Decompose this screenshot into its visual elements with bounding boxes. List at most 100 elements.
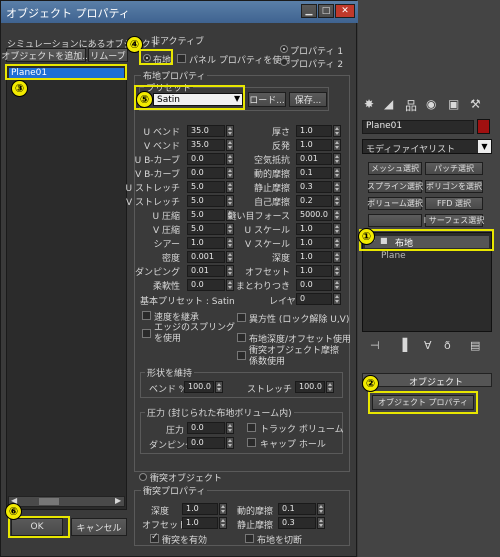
param-field[interactable]: 0.0	[296, 279, 332, 291]
display-tab-icon[interactable]: ▣	[448, 97, 459, 111]
param-spinner[interactable]	[226, 195, 234, 207]
enable-collision-checkbox[interactable]	[150, 532, 159, 543]
cancel-button[interactable]: キャンセル	[71, 518, 127, 536]
save-button[interactable]: 保存...	[289, 92, 327, 107]
motion-tab-icon[interactable]: ◉	[426, 97, 436, 111]
param-spinner[interactable]	[226, 237, 234, 249]
param-spinner[interactable]	[226, 265, 234, 277]
object-section-header[interactable]: オブジェクト	[362, 373, 492, 388]
property2-radio[interactable]	[280, 58, 288, 66]
param-field[interactable]: 5000.0	[296, 209, 332, 221]
param-spinner[interactable]	[333, 237, 341, 249]
inherit-velocity-checkbox[interactable]	[142, 311, 151, 320]
param-field[interactable]: 35.0	[187, 125, 225, 137]
layer-spinner[interactable]	[333, 293, 341, 305]
param-spinner[interactable]	[226, 251, 234, 263]
modify-tab-icon[interactable]: ◢	[384, 97, 393, 111]
minimize-button[interactable]: ▁	[301, 4, 317, 18]
param-field[interactable]: 0.0	[187, 167, 225, 179]
param-field[interactable]: 0.0	[187, 279, 225, 291]
param-spinner[interactable]	[226, 125, 234, 137]
ffd-select-button[interactable]: FFD 選択	[425, 197, 483, 210]
param-field[interactable]: 0.2	[296, 195, 332, 207]
param-field[interactable]: 1.0	[296, 251, 332, 263]
object-color-swatch[interactable]	[477, 119, 490, 134]
param-field[interactable]: 5.0	[187, 223, 225, 235]
param-field[interactable]: 5.0	[187, 195, 225, 207]
object-name-field[interactable]: Plane01	[362, 120, 474, 134]
param-field[interactable]: 35.0	[187, 139, 225, 151]
stack-item-label[interactable]: Plane	[381, 251, 406, 261]
close-button[interactable]: ✕	[335, 4, 355, 18]
param-spinner[interactable]	[333, 181, 341, 193]
patch-select-button[interactable]: パッチ選択	[425, 162, 483, 175]
load-button[interactable]: ロード...	[248, 92, 286, 107]
stretch-pct-spinner[interactable]	[326, 381, 334, 393]
poly-select-button[interactable]: ポリゴンを選択	[425, 180, 483, 193]
bend-pct-spinner[interactable]	[215, 381, 223, 393]
bend-pct-field[interactable]: 100.0	[184, 381, 214, 393]
param-spinner[interactable]	[226, 279, 234, 291]
param-spinner[interactable]	[333, 125, 341, 137]
c-offset-spinner[interactable]	[219, 517, 227, 529]
scroll-thumb[interactable]	[39, 498, 59, 505]
use-edge-springs-checkbox[interactable]	[142, 329, 151, 338]
c-dyn-spinner[interactable]	[317, 503, 325, 515]
param-field[interactable]: 1.0	[296, 265, 332, 277]
cloth-depth-offset-checkbox[interactable]	[237, 333, 246, 342]
c-static-spinner[interactable]	[317, 517, 325, 529]
configure-sets-icon[interactable]: ▤	[470, 339, 480, 352]
param-field[interactable]: 0.1	[296, 167, 332, 179]
hierarchy-tab-icon[interactable]: 品	[405, 97, 417, 114]
dialog-title-bar[interactable]: オブジェクト プロパティ ▁ □ ✕	[1, 1, 358, 23]
pressure-field[interactable]: 0.0	[187, 422, 225, 434]
param-spinner[interactable]	[333, 195, 341, 207]
param-field[interactable]: 0.01	[296, 153, 332, 165]
use-panel-props-checkbox[interactable]	[177, 54, 186, 63]
param-spinner[interactable]	[333, 223, 341, 235]
pin-stack-icon[interactable]: ⊣	[370, 339, 380, 352]
param-spinner[interactable]	[333, 265, 341, 277]
param-field[interactable]: 5.0	[187, 181, 225, 193]
cut-cloth-checkbox[interactable]	[245, 534, 254, 543]
layer-field[interactable]: 0	[296, 293, 332, 305]
param-field[interactable]: 0.0	[187, 153, 225, 165]
param-field[interactable]: 0.3	[296, 181, 332, 193]
anisotropic-checkbox[interactable]	[237, 313, 246, 322]
param-spinner[interactable]	[226, 181, 234, 193]
param-spinner[interactable]	[226, 139, 234, 151]
collision-object-radio[interactable]	[139, 473, 147, 481]
add-objects-button[interactable]: オブジェクトを追加...	[1, 48, 91, 62]
param-field[interactable]: 0.001	[187, 251, 225, 263]
param-spinner[interactable]	[226, 223, 234, 235]
maximize-button[interactable]: □	[318, 4, 334, 18]
property1-radio[interactable]	[280, 45, 288, 53]
stretch-pct-field[interactable]: 100.0	[295, 381, 325, 393]
damping-field[interactable]: 0.0	[187, 437, 225, 449]
create-tab-icon[interactable]: ✸	[364, 97, 374, 111]
param-spinner[interactable]	[333, 251, 341, 263]
cap-hole-checkbox[interactable]	[247, 438, 256, 447]
param-spinner[interactable]	[333, 279, 341, 291]
mesh-select-button[interactable]: メッシュ選択	[368, 162, 422, 175]
spline-select-button[interactable]: スプライン選択	[367, 180, 423, 193]
scroll-right-icon[interactable]: ▶	[115, 496, 121, 505]
param-field[interactable]: 1.0	[296, 139, 332, 151]
show-end-result-icon[interactable]: ▐	[398, 338, 407, 352]
list-scrollbar[interactable]: ◀ ▶	[8, 496, 125, 507]
param-field[interactable]: 1.0	[187, 237, 225, 249]
param-field[interactable]: 5.0	[187, 209, 225, 221]
surface-select-button[interactable]: I サーフェス選択	[424, 214, 484, 227]
param-field[interactable]: 1.0	[296, 223, 332, 235]
sim-object-list[interactable]: Plane01 ◀ ▶	[6, 65, 127, 510]
pressure-spinner[interactable]	[226, 422, 234, 434]
param-spinner[interactable]	[333, 153, 341, 165]
param-spinner[interactable]	[226, 153, 234, 165]
damping-spinner[interactable]	[226, 437, 234, 449]
param-field[interactable]: 0.01	[187, 265, 225, 277]
param-field[interactable]: 1.0	[296, 125, 332, 137]
c-static-field[interactable]: 0.3	[278, 517, 316, 529]
remove-button[interactable]: リムーブ	[88, 48, 128, 62]
c-offset-field[interactable]: 1.0	[182, 517, 218, 529]
param-spinner[interactable]	[333, 167, 341, 179]
